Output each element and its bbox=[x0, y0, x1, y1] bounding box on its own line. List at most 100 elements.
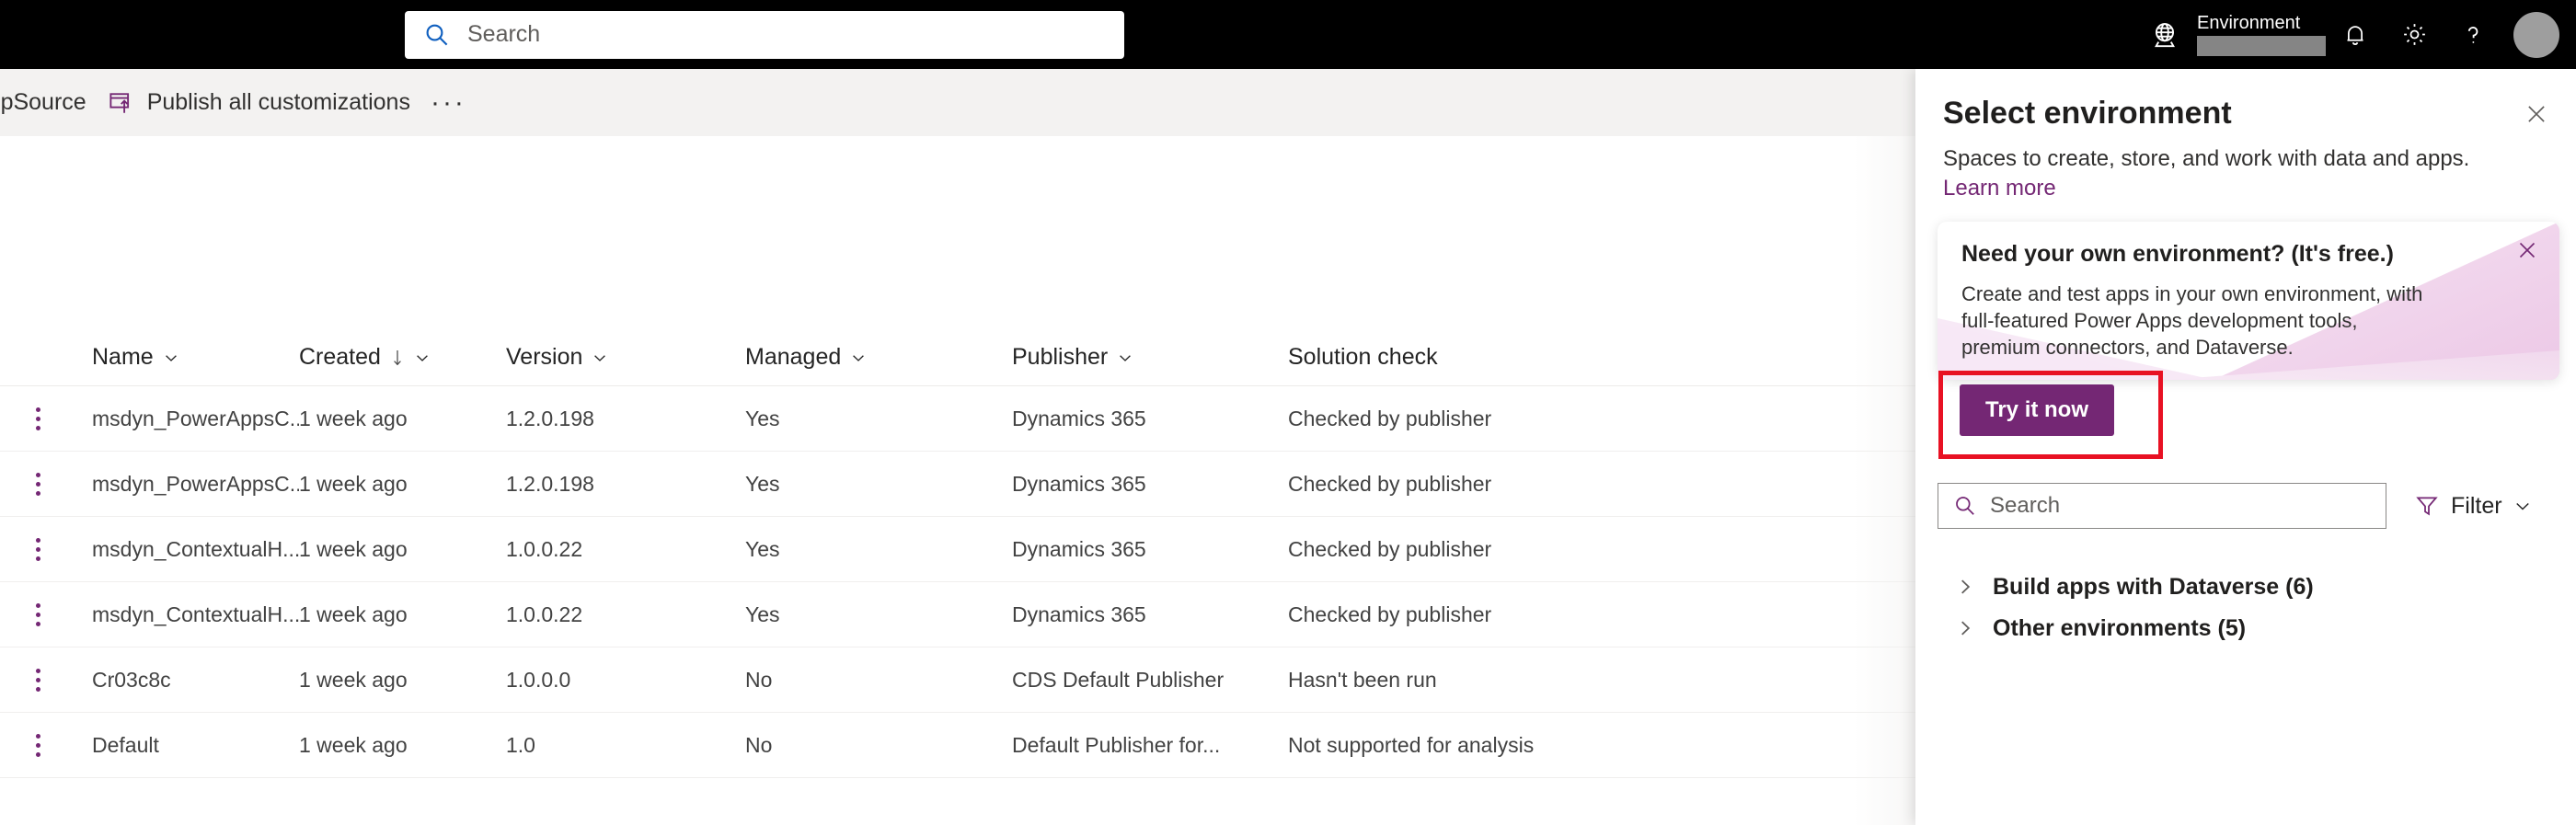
callout-title: Need your own environment? (It's free.) bbox=[1961, 241, 2394, 267]
column-header-name-label: Name bbox=[92, 344, 154, 370]
column-header-managed[interactable]: Managed bbox=[745, 344, 1012, 371]
chevron-right-icon bbox=[1938, 577, 1993, 597]
table-row[interactable]: msdyn_PowerAppsC... 1 week ago 1.2.0.198… bbox=[0, 452, 1927, 517]
row-actions-button[interactable] bbox=[0, 602, 92, 626]
panel-subtitle: Spaces to create, store, and work with d… bbox=[1943, 146, 2470, 171]
more-vertical-icon bbox=[31, 733, 44, 757]
chevron-down-icon bbox=[414, 349, 431, 366]
table-row-empty bbox=[0, 778, 1927, 825]
cell-publisher: Dynamics 365 bbox=[1012, 602, 1146, 626]
cell-name: msdyn_PowerAppsC... bbox=[92, 471, 299, 496]
globe-environment-icon bbox=[2149, 19, 2180, 51]
group-label: Build apps with Dataverse (6) bbox=[1993, 573, 2314, 600]
table-row[interactable]: Default 1 week ago 1.0 No Default Publis… bbox=[0, 713, 1927, 778]
global-search-input[interactable]: Search bbox=[405, 10, 1124, 59]
table-row[interactable]: msdyn_PowerAppsC... 1 week ago 1.2.0.198… bbox=[0, 386, 1927, 452]
appsource-button[interactable]: AppSource bbox=[0, 69, 107, 136]
cell-publisher: CDS Default Publisher bbox=[1012, 667, 1225, 692]
callout-body: Create and test apps in your own environ… bbox=[1961, 282, 2423, 359]
environment-search-input[interactable]: Search bbox=[1938, 483, 2386, 529]
cell-name: msdyn_PowerAppsC... bbox=[92, 406, 299, 430]
chevron-down-icon bbox=[163, 349, 179, 366]
cell-solution-check: Checked by publisher bbox=[1288, 406, 1492, 430]
cell-version: 1.0.0.0 bbox=[506, 667, 571, 692]
column-header-solution-check[interactable]: Solution check bbox=[1288, 344, 1656, 371]
overflow-menu-button[interactable]: ··· bbox=[410, 69, 487, 136]
row-actions-button[interactable] bbox=[0, 407, 92, 430]
chevron-down-icon bbox=[850, 349, 867, 366]
column-header-solution-check-label: Solution check bbox=[1288, 344, 1438, 370]
cell-name: Cr03c8c bbox=[92, 667, 171, 692]
user-avatar[interactable] bbox=[2513, 11, 2559, 58]
cell-created: 1 week ago bbox=[299, 602, 408, 626]
column-header-created[interactable]: Created bbox=[299, 344, 506, 371]
gear-icon bbox=[2400, 20, 2429, 49]
column-header-publisher[interactable]: Publisher bbox=[1012, 344, 1288, 371]
cell-created: 1 week ago bbox=[299, 667, 408, 692]
callout-content: Need your own environment? (It's free.) … bbox=[1938, 222, 2559, 361]
column-header-created-label: Created bbox=[299, 344, 381, 370]
environment-group-other[interactable]: Other environments (5) bbox=[1938, 602, 2556, 654]
table-row[interactable]: Cr03c8c 1 week ago 1.0.0.0 No CDS Defaul… bbox=[0, 647, 1927, 713]
cell-solution-check: Checked by publisher bbox=[1288, 471, 1492, 496]
publish-label: Publish all customizations bbox=[146, 89, 410, 115]
table-row[interactable]: msdyn_ContextualH... 1 week ago 1.0.0.22… bbox=[0, 517, 1927, 582]
more-vertical-icon bbox=[31, 472, 44, 496]
learn-more-link[interactable]: Learn more bbox=[1943, 174, 2056, 203]
cell-solution-check: Not supported for analysis bbox=[1288, 732, 1535, 757]
help-button[interactable] bbox=[2444, 0, 2502, 69]
cell-managed: Yes bbox=[745, 406, 780, 430]
search-icon bbox=[423, 21, 451, 49]
chevron-down-icon bbox=[1117, 349, 1133, 366]
cell-version: 1.2.0.198 bbox=[506, 406, 594, 430]
cell-created: 1 week ago bbox=[299, 406, 408, 430]
cell-managed: No bbox=[745, 667, 773, 692]
row-actions-button[interactable] bbox=[0, 733, 92, 757]
panel-close-button[interactable] bbox=[2517, 95, 2556, 133]
row-actions-button[interactable] bbox=[0, 472, 92, 496]
cell-created: 1 week ago bbox=[299, 536, 408, 561]
top-navigation-bar: Search Environment bbox=[0, 0, 2576, 69]
environment-value-redacted bbox=[2197, 36, 2326, 56]
environment-selector[interactable]: Environment bbox=[2149, 0, 2326, 69]
column-header-name[interactable]: Name bbox=[92, 344, 299, 371]
filter-button[interactable]: Filter bbox=[2414, 493, 2532, 520]
cell-created: 1 week ago bbox=[299, 471, 408, 496]
more-vertical-icon bbox=[31, 668, 44, 692]
try-it-now-button[interactable]: Try it now bbox=[1960, 384, 2115, 436]
sort-descending-icon bbox=[390, 348, 405, 368]
select-environment-panel: Select environment Spaces to create, sto… bbox=[1915, 69, 2576, 825]
cell-name: msdyn_ContextualH... bbox=[92, 602, 299, 626]
bell-icon bbox=[2341, 21, 2369, 49]
search-icon bbox=[1953, 494, 1977, 518]
row-actions-button[interactable] bbox=[0, 668, 92, 692]
publish-all-customizations-button[interactable]: Publish all customizations bbox=[107, 69, 410, 136]
cell-version: 1.0.0.22 bbox=[506, 602, 583, 626]
callout-close-button[interactable] bbox=[2510, 233, 2545, 268]
cell-version: 1.2.0.198 bbox=[506, 471, 594, 496]
cell-name: msdyn_ContextualH... bbox=[92, 536, 299, 561]
chevron-down-icon bbox=[592, 349, 608, 366]
row-actions-button[interactable] bbox=[0, 537, 92, 561]
cell-publisher: Dynamics 365 bbox=[1012, 536, 1146, 561]
topbar-right-cluster: Environment bbox=[2149, 0, 2576, 69]
panel-header: Select environment Spaces to create, sto… bbox=[1915, 69, 2576, 203]
publish-upload-icon bbox=[107, 89, 134, 117]
column-header-version-label: Version bbox=[506, 344, 583, 370]
teaching-callout: Need your own environment? (It's free.) … bbox=[1938, 222, 2559, 380]
panel-title: Select environment bbox=[1943, 96, 2232, 131]
environment-label: Environment bbox=[2197, 13, 2301, 33]
cell-version: 1.0 bbox=[506, 732, 535, 757]
cell-managed: Yes bbox=[745, 471, 780, 496]
group-label: Other environments (5) bbox=[1993, 614, 2247, 641]
more-vertical-icon bbox=[31, 602, 44, 626]
settings-button[interactable] bbox=[2385, 0, 2444, 69]
table-row[interactable]: msdyn_ContextualH... 1 week ago 1.0.0.22… bbox=[0, 582, 1927, 647]
cell-created: 1 week ago bbox=[299, 732, 408, 757]
notifications-button[interactable] bbox=[2326, 0, 2385, 69]
column-header-version[interactable]: Version bbox=[506, 344, 745, 371]
cell-version: 1.0.0.22 bbox=[506, 536, 583, 561]
cell-managed: Yes bbox=[745, 536, 780, 561]
environment-text-block: Environment bbox=[2197, 9, 2326, 61]
power-apps-solutions-page: Search Environment pSource Publish all c… bbox=[0, 0, 2576, 825]
